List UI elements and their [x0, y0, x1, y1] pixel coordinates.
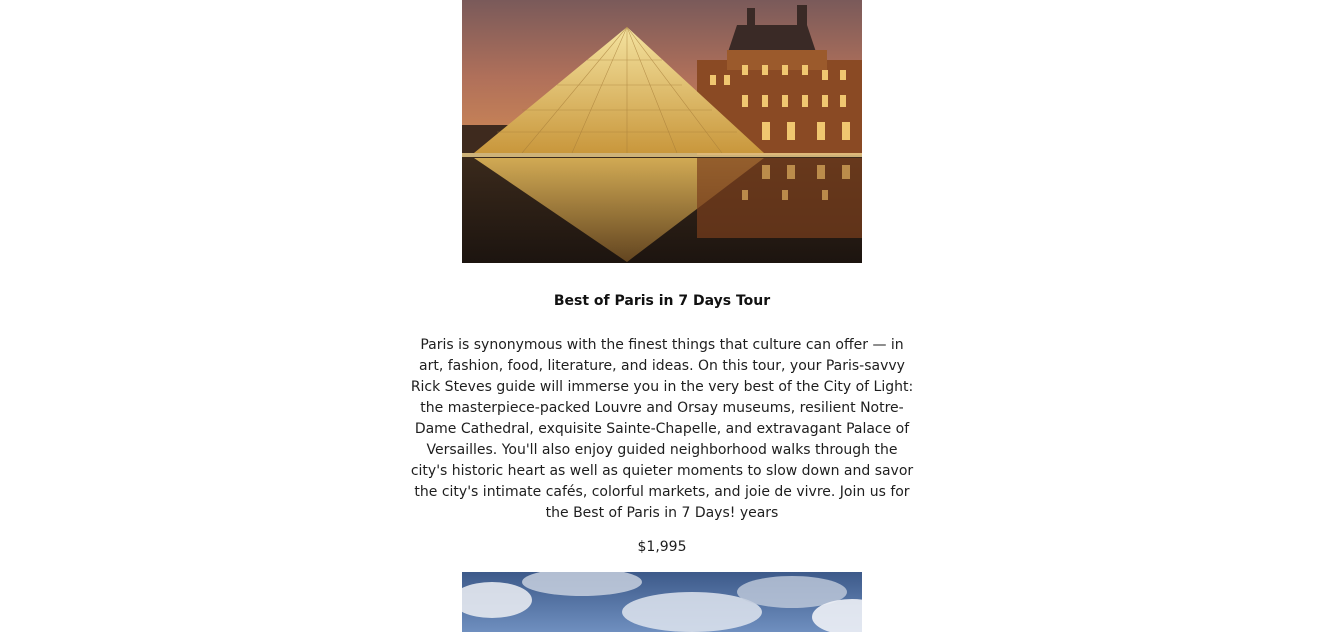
tour-image — [462, 0, 862, 263]
tour-list: Best of Paris in 7 Days Tour Paris is sy… — [0, 0, 1324, 632]
tour-price: $1,995 — [637, 539, 687, 555]
tour-title: Best of Paris in 7 Days Tour — [553, 293, 771, 309]
louvre-pyramid-photo — [462, 0, 862, 263]
tour-image — [462, 572, 862, 632]
tour-description: Paris is synonymous with the finest thin… — [410, 337, 914, 521]
tour-card: Best of Paris in 7 Days Tour Paris is sy… — [0, 0, 1324, 555]
sky-clouds-photo — [462, 572, 862, 632]
tour-card — [0, 555, 1324, 632]
